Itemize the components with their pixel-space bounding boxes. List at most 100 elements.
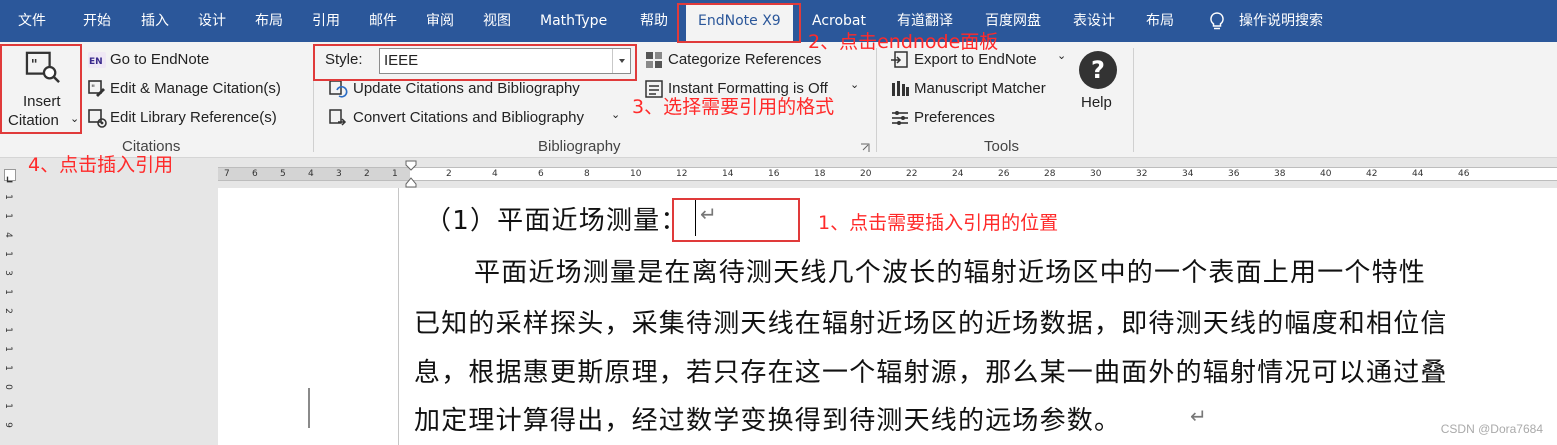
ruler-tick: 5 — [280, 169, 286, 179]
tab-help[interactable]: 帮助 — [640, 0, 668, 42]
annotation-step-3: 3、选择需要引用的格式 — [632, 96, 835, 118]
ruler-left-margin — [218, 168, 410, 180]
tools-group-label: Tools — [984, 138, 1020, 155]
manuscript-matcher-button[interactable]: Manuscript Matcher — [914, 80, 1046, 97]
categorize-references-icon — [646, 52, 662, 68]
vertical-ruler-tick: 1 — [2, 327, 13, 333]
vertical-ruler-tick: 4 — [2, 232, 13, 238]
tab-view[interactable]: 视图 — [483, 0, 511, 42]
ruler-tick: 28 — [1044, 169, 1056, 179]
ruler-tick: 6 — [252, 169, 258, 179]
document-gutter — [20, 188, 218, 445]
document-heading[interactable]: （1）平面近场测量： — [425, 200, 688, 237]
ruler-tick: 34 — [1182, 169, 1194, 179]
vertical-ruler-tick: 1 — [2, 365, 13, 371]
tell-me-search[interactable]: 操作说明搜索 — [1239, 0, 1323, 42]
ruler-tick: 44 — [1412, 169, 1424, 179]
tab-review[interactable]: 审阅 — [426, 0, 454, 42]
annotation-step-2: 2、点击endnode面板 — [808, 31, 999, 53]
ruler-tick: 42 — [1366, 169, 1378, 179]
ruler-tick: 46 — [1458, 169, 1470, 179]
vertical-ruler-tick: 1 — [2, 346, 13, 352]
annotation-box-cursor — [672, 198, 800, 242]
ruler-tick: 14 — [722, 169, 734, 179]
tab-insert[interactable]: 插入 — [141, 0, 169, 42]
tab-file[interactable]: 文件 — [18, 0, 46, 42]
tab-table-layout[interactable]: 布局 — [1146, 0, 1174, 42]
tab-home[interactable]: 开始 — [83, 0, 111, 42]
vertical-ruler-tick: 1 — [2, 289, 13, 295]
horizontal-ruler-row: 7654321 2 4 6 8 10 12 14 16 18 20 22 24 26 28 30 32 34 36… — [0, 158, 1557, 188]
horizontal-ruler[interactable]: 7654321 2 4 6 8 10 12 14 16 18 20 22 24 26 28 30 32 34 36… — [218, 167, 1557, 181]
paragraph-line-1[interactable]: 平面近场测量是在离待测天线几个波长的辐射近场区中的一个表面上用一个特性 — [474, 252, 1426, 289]
help-icon: ? — [1079, 51, 1117, 89]
ruler-tick: 40 — [1320, 169, 1332, 179]
ruler-tick: 7 — [224, 169, 230, 179]
svg-text:": " — [91, 84, 95, 94]
go-to-endnote-button[interactable]: Go to EndNote — [110, 51, 209, 68]
ruler-tick: 2 — [364, 169, 370, 179]
bibliography-group-label: Bibliography — [538, 138, 621, 155]
tab-design[interactable]: 设计 — [198, 0, 226, 42]
page-corner-mark — [308, 388, 310, 428]
group-separator — [876, 48, 877, 152]
convert-citations-button[interactable]: Convert Citations and Bibliography — [353, 109, 584, 126]
edit-manage-citations-button[interactable]: Edit & Manage Citation(s) — [110, 80, 281, 97]
endnote-logo-icon: EN — [88, 52, 106, 68]
edit-library-references-button[interactable]: Edit Library Reference(s) — [110, 109, 277, 126]
watermark: CSDN @Dora7684 — [1440, 422, 1543, 436]
ruler-tick: 6 — [538, 169, 544, 179]
dialog-launcher-icon[interactable] — [860, 143, 870, 153]
ruler-tick: 20 — [860, 169, 872, 179]
tab-table-design[interactable]: 表设计 — [1073, 0, 1115, 42]
chevron-down-icon: ⌄ — [1057, 50, 1067, 62]
tab-mathtype[interactable]: MathType — [540, 0, 607, 42]
ruler-tick: 22 — [906, 169, 918, 179]
ruler-tick: 3 — [336, 169, 342, 179]
ruler-tick: 16 — [768, 169, 780, 179]
tab-references[interactable]: 引用 — [312, 0, 340, 42]
vertical-ruler-tick: 1 — [2, 251, 13, 257]
vertical-ruler[interactable]: 1 1 4 1 3 1 2 1 1 1 0 1 9 — [0, 188, 20, 445]
ruler-tick: 4 — [308, 169, 314, 179]
ruler-tick: 12 — [676, 169, 688, 179]
update-citations-button[interactable]: Update Citations and Bibliography — [353, 80, 580, 97]
edit-citation-icon: " — [88, 80, 105, 97]
preferences-icon — [892, 111, 908, 125]
tab-mailings[interactable]: 邮件 — [369, 0, 397, 42]
vertical-ruler-tick: 1 — [2, 213, 13, 219]
page-margin-line — [398, 188, 399, 445]
tab-selector[interactable] — [4, 169, 16, 183]
chevron-down-icon: ⌄ — [611, 109, 621, 121]
paragraph-line-2[interactable]: 已知的采样探头，采集待测天线在辐射近场区的近场数据，即待测天线的幅度和相位信 — [414, 303, 1448, 340]
edit-library-icon — [88, 109, 107, 128]
manuscript-matcher-icon — [892, 81, 909, 96]
update-citations-icon — [329, 80, 348, 98]
help-button[interactable]: ? Help — [1075, 48, 1121, 118]
indent-marker[interactable] — [404, 160, 418, 188]
vertical-ruler-tick: 1 — [2, 194, 13, 200]
paragraph-mark: ↵ — [1190, 404, 1208, 428]
ruler-tick: 36 — [1228, 169, 1240, 179]
ruler-tick: 2 — [446, 169, 452, 179]
lightbulb-icon[interactable] — [1208, 11, 1226, 31]
categorize-references-button[interactable]: Categorize References — [668, 51, 821, 68]
ruler-tick: 30 — [1090, 169, 1102, 179]
tab-layout[interactable]: 布局 — [255, 0, 283, 42]
ruler-tick: 1 — [392, 169, 398, 179]
svg-text:EN: EN — [89, 57, 103, 67]
paragraph-line-3[interactable]: 息，根据惠更斯原理，若只存在这一个辐射源，那么某一曲面外的辐射情况可以通过叠 — [414, 352, 1448, 389]
vertical-ruler-tick: 3 — [2, 270, 13, 276]
svg-text:?: ? — [1091, 56, 1105, 84]
convert-citations-icon — [329, 109, 347, 126]
preferences-button[interactable]: Preferences — [914, 109, 995, 126]
annotation-step-4: 4、点击插入引用 — [28, 154, 174, 176]
ruler-tick: 24 — [952, 169, 964, 179]
vertical-ruler-tick: 2 — [2, 308, 13, 314]
ruler-tick: 10 — [630, 169, 642, 179]
ruler-tick: 38 — [1274, 169, 1286, 179]
ruler-tick: 18 — [814, 169, 826, 179]
ruler-tick: 8 — [584, 169, 590, 179]
paragraph-line-4[interactable]: 加定理计算得出，经过数学变换得到待测天线的远场参数。 — [414, 400, 1121, 437]
help-label: Help — [1081, 94, 1112, 111]
